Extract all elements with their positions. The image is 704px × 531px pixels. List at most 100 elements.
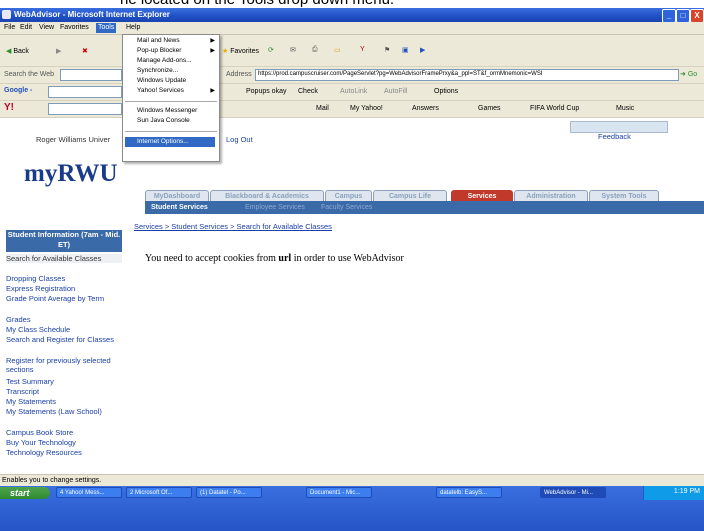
menu-view[interactable]: View [39,24,54,31]
blog-icon[interactable]: ▶ [420,46,425,54]
google-search-input[interactable] [48,86,122,98]
sidebar-item-my-statements-law[interactable]: My Statements (Law School) [6,407,122,416]
research-icon[interactable]: Y [360,46,365,53]
subtab-faculty-services[interactable]: Faculty Services [321,204,372,211]
sidebar-item-search-and-register[interactable]: Search and Register for Classes [6,335,122,344]
yahoo-toolbar: Y! Mail My Yahoo! Answers Games FIFA Wor… [0,101,704,118]
sidebar-item-test-summary[interactable]: Test Summary [6,377,122,386]
menu-bar: File Edit View Favorites Tools Help [0,22,704,35]
address-toolbar: Search the Web Address https://prod.camp… [0,67,704,84]
menu-item-manage-addons[interactable]: Manage Add-ons... [137,57,192,64]
address-bar[interactable]: https://prod.campuscruiser.com/PageServl… [255,69,679,81]
task-datatel-portal[interactable]: (1) Datatel - Po... [196,487,262,498]
check-button[interactable]: Check [298,88,318,95]
menu-item-mail-and-news[interactable]: Mail and News [137,37,180,44]
submenu-arrow-icon: ▶ [210,38,215,44]
menu-favorites[interactable]: Favorites [60,24,89,31]
messenger-icon[interactable]: ⚑ [384,46,390,54]
standard-toolbar: ◀ Back ▶ ✖ ★ Favorites ⟳ ✉ ⎙ ▭ Y ⚑ ▣ ▶ [0,35,704,67]
menu-item-popup-blocker[interactable]: Pop-up Blocker [137,47,181,54]
go-button[interactable]: ➜ Go [680,70,697,78]
print-icon[interactable]: ⎙ [312,46,318,54]
system-tray: 1:19 PM [643,486,704,500]
window-titlebar[interactable]: WebAdvisor - Microsoft Internet Explorer… [0,8,704,23]
back-arrow-icon: ◀ [6,48,12,55]
close-button[interactable]: X [690,9,704,23]
task-microsoft-office[interactable]: 2 Microsoft Of... [126,487,192,498]
sidebar-item-express-registration[interactable]: Express Registration [6,284,122,293]
sidebar-item-buy-technology[interactable]: Buy Your Technology [6,438,122,447]
window-title: WebAdvisor - Microsoft Internet Explorer [14,10,170,19]
minimize-button[interactable]: _ [662,9,676,23]
logout-link[interactable]: Log Out [226,135,253,144]
menu-edit[interactable]: Edit [20,24,32,31]
caption-text: he located on the Tools drop down menu. [120,0,394,8]
subtab-employee-services[interactable]: Employee Services [245,204,305,211]
page-icon-strip[interactable] [570,121,668,133]
sidebar-item-class-schedule[interactable]: My Class Schedule [6,325,122,334]
sidebar-item-search-available-classes[interactable]: Search for Available Classes [6,254,122,263]
history-icon[interactable]: ⟳ [268,46,274,54]
popups-okay[interactable]: Popups okay [246,88,286,95]
menu-help[interactable]: Help [126,24,140,31]
menu-item-windows-messenger[interactable]: Windows Messenger [137,107,197,114]
menu-item-yahoo-services[interactable]: Yahoo! Services [137,87,184,94]
task-datatelb[interactable]: datatelb: EasyS... [436,487,502,498]
windows-taskbar: start 4 Yahoo! Mess... 2 Microsoft Of...… [0,486,704,531]
ie-icon [2,10,11,19]
yahoo-games[interactable]: Games [478,105,501,112]
sidebar-item-grades[interactable]: Grades [6,315,122,324]
document-caption-strip: he located on the Tools drop down menu. [0,0,704,8]
subtab-student-services[interactable]: Student Services [151,204,208,211]
maximize-button[interactable]: □ [676,9,690,23]
yahoo-answers[interactable]: Answers [412,105,439,112]
autolink-button[interactable]: AutoLink [340,88,367,95]
myrwu-logo: myRWU [24,160,118,187]
menu-item-windows-update[interactable]: Windows Update [137,77,186,84]
google-logo[interactable]: Google - [4,87,32,94]
task-yahoo-messenger[interactable]: 4 Yahoo! Mess... [56,487,122,498]
sidebar-item-campus-book-store[interactable]: Campus Book Store [6,428,122,437]
address-url: https://prod.campuscruiser.com/PageServl… [258,71,543,77]
menu-separator [125,101,217,102]
task-webadvisor[interactable]: WebAdvisor - Mi... [540,487,606,498]
mail-icon[interactable]: ✉ [290,46,296,54]
breadcrumb[interactable]: Services > Student Services > Search for… [134,222,332,231]
yahoo-fifa[interactable]: FIFA World Cup [530,105,579,112]
sidebar-item-dropping-classes[interactable]: Dropping Classes [6,274,122,283]
menu-item-internet-options[interactable]: Internet Options... [137,138,189,145]
tools-dropdown-menu: Mail and News ▶ Pop-up Blocker ▶ Manage … [122,34,220,162]
task-document1[interactable]: Document1 - Mic... [306,487,372,498]
sidebar-item-technology-resources[interactable]: Technology Resources [6,448,122,457]
search-web-input[interactable] [60,69,122,81]
tools-icon[interactable]: ▣ [402,46,409,54]
sidebar-item-transcript[interactable]: Transcript [6,387,122,396]
clock[interactable]: 1:19 PM [674,488,700,495]
stop-button[interactable]: ✖ [82,47,88,55]
menu-item-synchronize[interactable]: Synchronize... [137,67,178,74]
back-button[interactable]: ◀ Back [6,47,29,55]
sidebar-item-register-previous[interactable]: Register for previously selected section… [6,356,122,374]
menu-tools[interactable]: Tools [96,23,117,33]
options-button[interactable]: Options [434,88,458,95]
status-text: Enables you to change settings. [2,477,102,484]
yahoo-logo[interactable]: Y! [4,102,14,113]
favorites-button[interactable]: ★ Favorites [222,47,259,55]
my-yahoo[interactable]: My Yahoo! [350,105,383,112]
submenu-arrow-icon: ▶ [210,48,215,54]
start-button[interactable]: start [0,487,50,499]
yahoo-music[interactable]: Music [616,105,634,112]
menu-item-java-console[interactable]: Sun Java Console [137,117,190,124]
address-label: Address [226,71,252,78]
forward-button[interactable]: ▶ [56,47,61,55]
menu-file[interactable]: File [4,24,15,31]
sidebar-item-my-statements[interactable]: My Statements [6,397,122,406]
yahoo-search-input[interactable] [48,103,122,115]
search-web-label: Search the Web [4,71,55,78]
yahoo-mail[interactable]: Mail [316,105,329,112]
sidebar-item-gpa-by-term[interactable]: Grade Point Average by Term [6,294,122,303]
folder-icon[interactable]: ▭ [334,46,341,54]
feedback-link[interactable]: Feedback [598,132,631,141]
cookie-message: You need to accept cookies from url in o… [145,253,404,264]
autofill-button[interactable]: AutoFill [384,88,407,95]
